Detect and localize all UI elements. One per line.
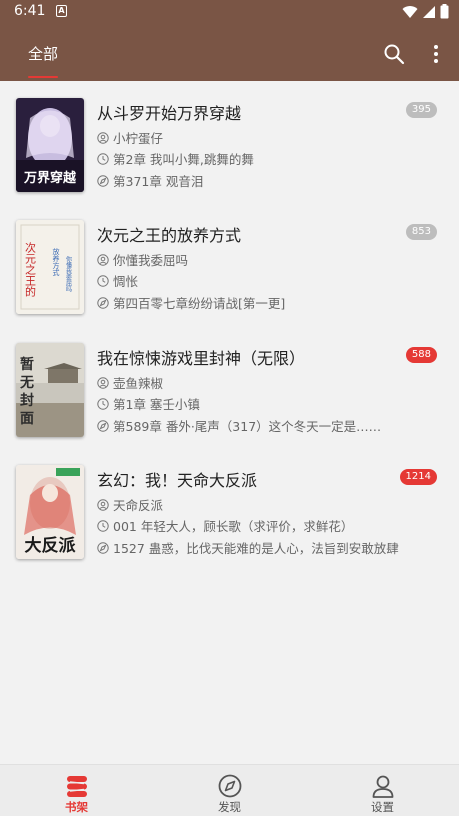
nav-label: 发现 — [218, 800, 241, 814]
book-cover: 大反派 — [16, 465, 84, 559]
author-icon — [97, 376, 109, 389]
book-item[interactable]: 大反派 玄幻：我！天命大反派 1214 天命反派 001 年轻大人，顾长歌（求评… — [0, 448, 459, 568]
book-last-read: 第2章 我叫小舞,跳舞的舞 — [97, 149, 254, 168]
author-icon — [97, 498, 109, 511]
app-bar: 全部 — [0, 24, 459, 81]
nav-item-settings[interactable]: 设置 — [306, 765, 459, 816]
book-cover: 暂 无 封 面 — [16, 343, 84, 437]
cover-title: 次元之王的 — [24, 241, 37, 298]
book-last-read: 第1章 塞壬小镇 — [97, 394, 200, 413]
book-title: 次元之王的放养方式 — [97, 226, 242, 245]
book-cover: 万界穿越 — [16, 98, 84, 192]
unread-count-badge: 588 — [405, 347, 437, 363]
book-author: 天命反派 — [97, 495, 163, 514]
author-icon — [97, 131, 109, 144]
book-latest-chapter: 第371章 观音泪 — [97, 171, 203, 190]
more-vert-icon[interactable] — [426, 42, 446, 66]
book-latest-chapter-text: 第四百零七章纷纷请战[第一更] — [113, 296, 286, 311]
nav-label: 设置 — [371, 800, 394, 814]
cover-title: 大反派 — [25, 535, 77, 556]
book-latest-chapter: 第589章 番外·尾声（317）这个冬天一定是…… — [97, 416, 381, 435]
book-last-read-text: 第1章 塞壬小镇 — [113, 397, 200, 412]
tab-all[interactable]: 全部 — [28, 43, 58, 64]
book-title: 玄幻：我！天命大反派 — [97, 471, 258, 490]
svg-text:暂: 暂 — [20, 356, 34, 373]
book-last-read-text: 第2章 我叫小舞,跳舞的舞 — [113, 152, 254, 167]
book-author: 你懂我委屈吗 — [97, 250, 188, 269]
nav-label: 书架 — [65, 800, 88, 814]
book-latest-chapter-text: 第371章 观音泪 — [113, 174, 204, 189]
svg-text:放养方式: 放养方式 — [52, 247, 60, 276]
svg-text:面: 面 — [20, 411, 34, 427]
bookshelf-icon — [67, 776, 87, 797]
search-icon[interactable] — [383, 43, 405, 65]
bottom-nav: 书架 发现 设置 — [0, 764, 459, 816]
book-last-read-text: 惆怅 — [113, 274, 139, 289]
clock-icon — [97, 152, 109, 165]
unread-count-badge: 395 — [405, 102, 437, 118]
unread-count-badge: 1214 — [399, 469, 437, 485]
book-title: 我在惊悚游戏里封神（无限） — [97, 349, 306, 368]
book-latest-chapter-text: 第589章 番外·尾声（317）这个冬天一定是…… — [113, 419, 382, 434]
book-author: 壶鱼辣椒 — [97, 373, 163, 392]
status-time: 6:41 — [14, 3, 46, 19]
book-cover: 次元之王的 放养方式 你懂我委屈吗 — [16, 220, 84, 314]
book-latest-chapter: 第四百零七章纷纷请战[第一更] — [97, 293, 285, 312]
book-latest-chapter-text: 1527 蛊惑，比伐天能难的是人心，法旨到安敢放肆 — [113, 541, 399, 556]
nav-item-bookshelf[interactable]: 书架 — [0, 765, 153, 816]
book-author-text: 小柠蛋仔 — [113, 131, 164, 146]
compass-icon — [97, 419, 109, 432]
tab-indicator — [28, 76, 58, 78]
nav-item-discover[interactable]: 发现 — [153, 765, 306, 816]
book-title: 从斗罗开始万界穿越 — [97, 104, 242, 123]
notification-icon: A — [56, 5, 67, 17]
book-last-read-text: 001 年轻大人，顾长歌（求评价，求鲜花） — [113, 519, 354, 534]
person-icon — [372, 775, 394, 798]
wifi-icon — [402, 5, 418, 18]
compass-icon — [97, 174, 109, 187]
clock-icon — [97, 397, 109, 410]
book-author-text: 天命反派 — [113, 498, 164, 513]
book-item[interactable]: 暂 无 封 面 我在惊悚游戏里封神（无限） 588 壶鱼辣椒 第1章 塞壬小镇 … — [0, 326, 459, 446]
book-last-read: 001 年轻大人，顾长歌（求评价，求鲜花） — [97, 516, 353, 535]
svg-text:无: 无 — [19, 375, 34, 391]
signal-icon — [423, 5, 435, 18]
book-latest-chapter: 1527 蛊惑，比伐天能难的是人心，法旨到安敢放肆 — [97, 538, 399, 557]
clock-icon — [97, 274, 109, 287]
book-item[interactable]: 万界穿越 从斗罗开始万界穿越 395 小柠蛋仔 第2章 我叫小舞,跳舞的舞 第3… — [0, 81, 459, 201]
clock-icon — [97, 519, 109, 532]
book-item[interactable]: 次元之王的 放养方式 你懂我委屈吗 次元之王的放养方式 853 你懂我委屈吗 惆… — [0, 203, 459, 323]
battery-icon — [440, 4, 449, 19]
book-author-text: 壶鱼辣椒 — [113, 376, 164, 391]
cover-title: 万界穿越 — [23, 170, 77, 186]
author-icon — [97, 253, 109, 266]
compass-icon — [97, 296, 109, 309]
compass-icon — [97, 541, 109, 554]
book-author-text: 你懂我委屈吗 — [113, 253, 189, 268]
svg-text:你懂我委屈吗: 你懂我委屈吗 — [65, 255, 72, 293]
book-last-read: 惆怅 — [97, 271, 138, 290]
status-bar: 6:41 A — [0, 0, 459, 24]
book-author: 小柠蛋仔 — [97, 128, 163, 147]
unread-count-badge: 853 — [405, 224, 437, 240]
status-icons — [402, 4, 449, 19]
svg-text:封: 封 — [20, 392, 34, 409]
compass-icon — [218, 774, 242, 798]
